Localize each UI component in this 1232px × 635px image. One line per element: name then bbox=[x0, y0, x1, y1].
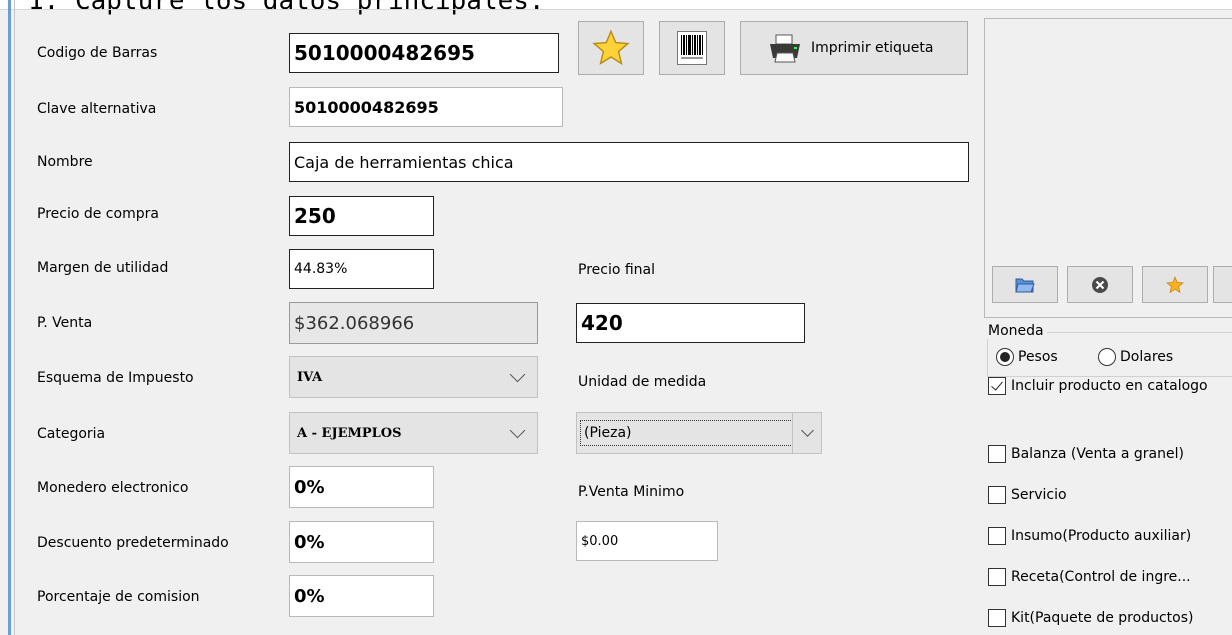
star-small-icon bbox=[1166, 275, 1184, 293]
chevron-down-icon bbox=[509, 422, 526, 438]
print-label-text: Imprimir etiqueta bbox=[811, 40, 934, 56]
tax-scheme-value: IVA bbox=[297, 369, 323, 385]
folder-open-icon bbox=[1015, 278, 1035, 292]
min-price-input[interactable]: $0.00 bbox=[576, 521, 718, 561]
option-label: Kit(Paquete de productos) bbox=[1011, 610, 1194, 626]
checkbox[interactable] bbox=[988, 377, 1006, 395]
left-border-inner bbox=[14, 0, 15, 635]
option-servicio[interactable]: Servicio bbox=[988, 486, 1067, 504]
dolares-radio[interactable] bbox=[1098, 348, 1116, 366]
unit-select[interactable]: (Pieza) bbox=[576, 412, 822, 454]
checkbox[interactable] bbox=[988, 568, 1006, 586]
star-icon bbox=[592, 29, 630, 66]
label-name: Nombre bbox=[37, 154, 93, 170]
label-commission: Porcentaje de comision bbox=[37, 589, 200, 605]
option-label: Insumo(Producto auxiliar) bbox=[1011, 528, 1192, 544]
dolares-label: Dolares bbox=[1120, 349, 1174, 365]
option-label: Incluir producto en catalogo bbox=[1011, 378, 1208, 394]
alt-key-input[interactable]: 5010000482695 bbox=[289, 87, 563, 127]
open-image-button[interactable] bbox=[992, 266, 1058, 303]
purchase-price-input[interactable]: 250 bbox=[289, 196, 434, 236]
option-label: Receta(Control de ingre... bbox=[1011, 569, 1191, 585]
label-sale-price: P. Venta bbox=[37, 315, 93, 331]
label-unit: Unidad de medida bbox=[578, 374, 707, 390]
remove-image-button[interactable] bbox=[1067, 266, 1133, 303]
label-alt-key: Clave alternativa bbox=[37, 101, 157, 117]
default-discount-input[interactable]: 0% bbox=[289, 521, 434, 563]
header-divider bbox=[0, 9, 1232, 10]
pesos-radio[interactable] bbox=[996, 348, 1014, 366]
instruction-header: 1. Capture los datos principales. bbox=[28, 0, 545, 16]
currency-legend: Moneda bbox=[985, 323, 1047, 339]
label-margin: Margen de utilidad bbox=[37, 260, 169, 276]
option-balanza[interactable]: Balanza (Venta a granel) bbox=[988, 445, 1184, 463]
unit-value: (Pieza) bbox=[580, 420, 793, 446]
checkbox[interactable] bbox=[988, 609, 1006, 627]
label-barcode: Codigo de Barras bbox=[37, 45, 158, 61]
print-label-button[interactable]: Imprimir etiqueta bbox=[740, 21, 968, 75]
option-insumo[interactable]: Insumo(Producto auxiliar) bbox=[988, 527, 1191, 545]
tax-scheme-select[interactable]: IVA bbox=[289, 356, 538, 398]
label-tax-scheme: Esquema de Impuesto bbox=[37, 370, 194, 386]
margin-input[interactable]: 44.83% bbox=[289, 249, 434, 289]
barcode-input[interactable]: 5010000482695 bbox=[289, 33, 559, 73]
unit-dropdown-button[interactable] bbox=[792, 413, 821, 453]
name-input[interactable]: Caja de herramientas chica bbox=[289, 142, 969, 182]
option-label: Servicio bbox=[1011, 487, 1067, 503]
category-select[interactable]: A - EJEMPLOS bbox=[289, 412, 538, 454]
barcode-icon bbox=[677, 31, 707, 65]
favorite-image-button[interactable] bbox=[1142, 266, 1208, 303]
close-circle-icon bbox=[1092, 276, 1108, 293]
currency-pesos-option[interactable]: Pesos bbox=[996, 348, 1058, 366]
e-wallet-input[interactable]: 0% bbox=[289, 466, 434, 508]
label-final-price: Precio final bbox=[578, 262, 656, 278]
printer-icon bbox=[770, 34, 800, 63]
option-kit[interactable]: Kit(Paquete de productos) bbox=[988, 609, 1193, 627]
option-receta[interactable]: Receta(Control de ingre... bbox=[988, 568, 1191, 586]
image-extra-button[interactable] bbox=[1213, 266, 1232, 303]
option-label: Balanza (Venta a granel) bbox=[1011, 446, 1184, 462]
final-price-input[interactable]: 420 bbox=[576, 303, 805, 343]
checkbox[interactable] bbox=[988, 445, 1006, 463]
chevron-down-icon bbox=[509, 366, 526, 382]
pesos-label: Pesos bbox=[1018, 349, 1058, 365]
commission-input[interactable]: 0% bbox=[289, 575, 434, 617]
currency-dolares-option[interactable]: Dolares bbox=[1098, 348, 1173, 366]
barcode-button[interactable] bbox=[659, 21, 725, 75]
label-e-wallet: Monedero electronico bbox=[37, 480, 189, 496]
category-value: A - EJEMPLOS bbox=[297, 425, 402, 441]
label-default-discount: Descuento predeterminado bbox=[37, 535, 229, 551]
checkbox[interactable] bbox=[988, 486, 1006, 504]
chevron-down-icon bbox=[800, 423, 814, 437]
favorite-button[interactable] bbox=[578, 21, 644, 75]
sale-price-field: $362.068966 bbox=[289, 302, 538, 344]
label-category: Categoria bbox=[37, 426, 106, 442]
label-min-price: P.Venta Minimo bbox=[578, 484, 685, 500]
left-border bbox=[8, 0, 11, 635]
checkbox[interactable] bbox=[988, 527, 1006, 545]
option-include-catalog[interactable]: Incluir producto en catalogo bbox=[988, 377, 1208, 395]
label-purchase-price: Precio de compra bbox=[37, 206, 159, 222]
